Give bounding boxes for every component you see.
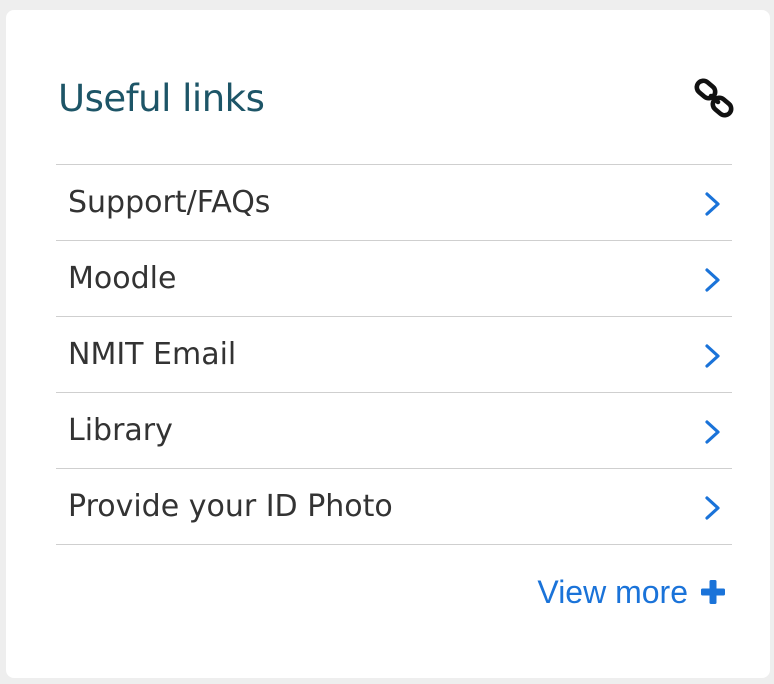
chevron-right-icon	[705, 268, 720, 292]
card-title: Useful links	[58, 77, 265, 120]
useful-links-card: Useful links Support/FAQs Moodle NMIT Em…	[6, 10, 770, 678]
chevron-right-icon	[705, 420, 720, 444]
link-item-support-faqs[interactable]: Support/FAQs	[56, 165, 732, 241]
chevron-right-icon	[705, 192, 720, 216]
link-label: Support/FAQs	[68, 185, 271, 220]
chevron-right-icon	[705, 344, 720, 368]
link-label: Library	[68, 413, 173, 448]
view-more-link[interactable]: View more	[537, 570, 726, 614]
link-item-moodle[interactable]: Moodle	[56, 241, 732, 317]
chain-link-icon	[694, 78, 734, 118]
card-header: Useful links	[56, 70, 734, 130]
links-list: Support/FAQs Moodle NMIT Email Library P…	[56, 164, 732, 545]
view-more-label: View more	[537, 573, 688, 610]
link-item-nmit-email[interactable]: NMIT Email	[56, 317, 732, 393]
plus-icon	[701, 580, 725, 604]
link-label: NMIT Email	[68, 337, 237, 372]
link-item-provide-id-photo[interactable]: Provide your ID Photo	[56, 469, 732, 545]
link-label: Provide your ID Photo	[68, 489, 393, 524]
chevron-right-icon	[705, 496, 720, 520]
link-item-library[interactable]: Library	[56, 393, 732, 469]
link-label: Moodle	[68, 261, 177, 296]
